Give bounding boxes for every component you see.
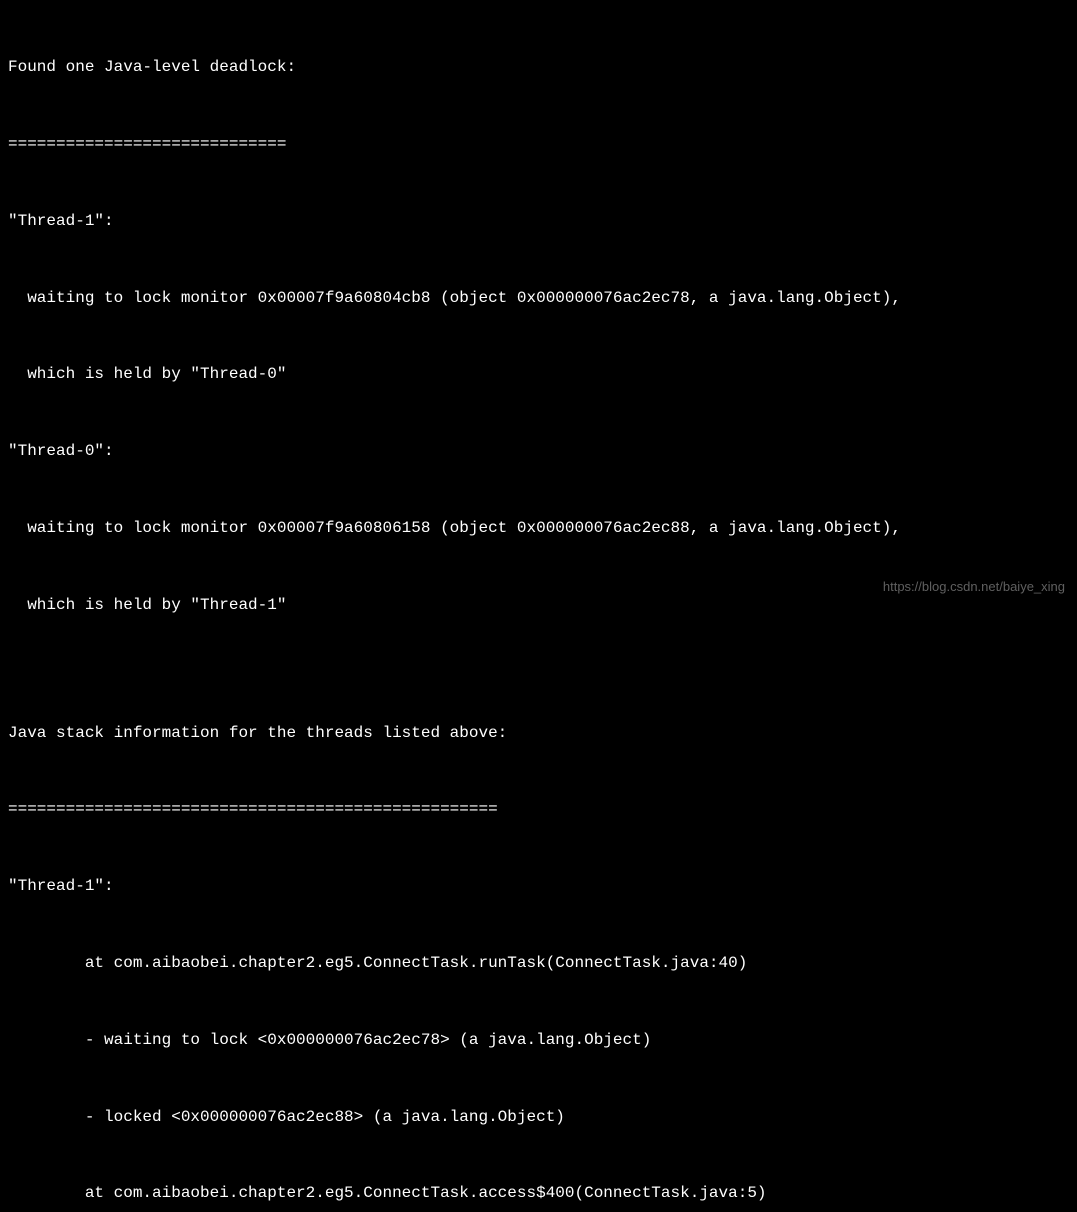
terminal-output: Found one Java-level deadlock: =========… <box>8 4 1069 1212</box>
output-line: waiting to lock monitor 0x00007f9a60804c… <box>8 286 1069 312</box>
output-line: - waiting to lock <0x000000076ac2ec78> (… <box>8 1028 1069 1054</box>
output-line: which is held by "Thread-0" <box>8 362 1069 388</box>
output-line: ========================================… <box>8 797 1069 823</box>
output-line: at com.aibaobei.chapter2.eg5.ConnectTask… <box>8 951 1069 977</box>
output-line: "Thread-1": <box>8 209 1069 235</box>
output-line: at com.aibaobei.chapter2.eg5.ConnectTask… <box>8 1181 1069 1207</box>
output-line: waiting to lock monitor 0x00007f9a608061… <box>8 516 1069 542</box>
output-line: ============================= <box>8 132 1069 158</box>
output-line: "Thread-1": <box>8 874 1069 900</box>
output-line: "Thread-0": <box>8 439 1069 465</box>
output-line: - locked <0x000000076ac2ec88> (a java.la… <box>8 1105 1069 1131</box>
watermark-text: https://blog.csdn.net/baiye_xing <box>883 577 1065 598</box>
output-line: Found one Java-level deadlock: <box>8 55 1069 81</box>
output-line: Java stack information for the threads l… <box>8 721 1069 747</box>
